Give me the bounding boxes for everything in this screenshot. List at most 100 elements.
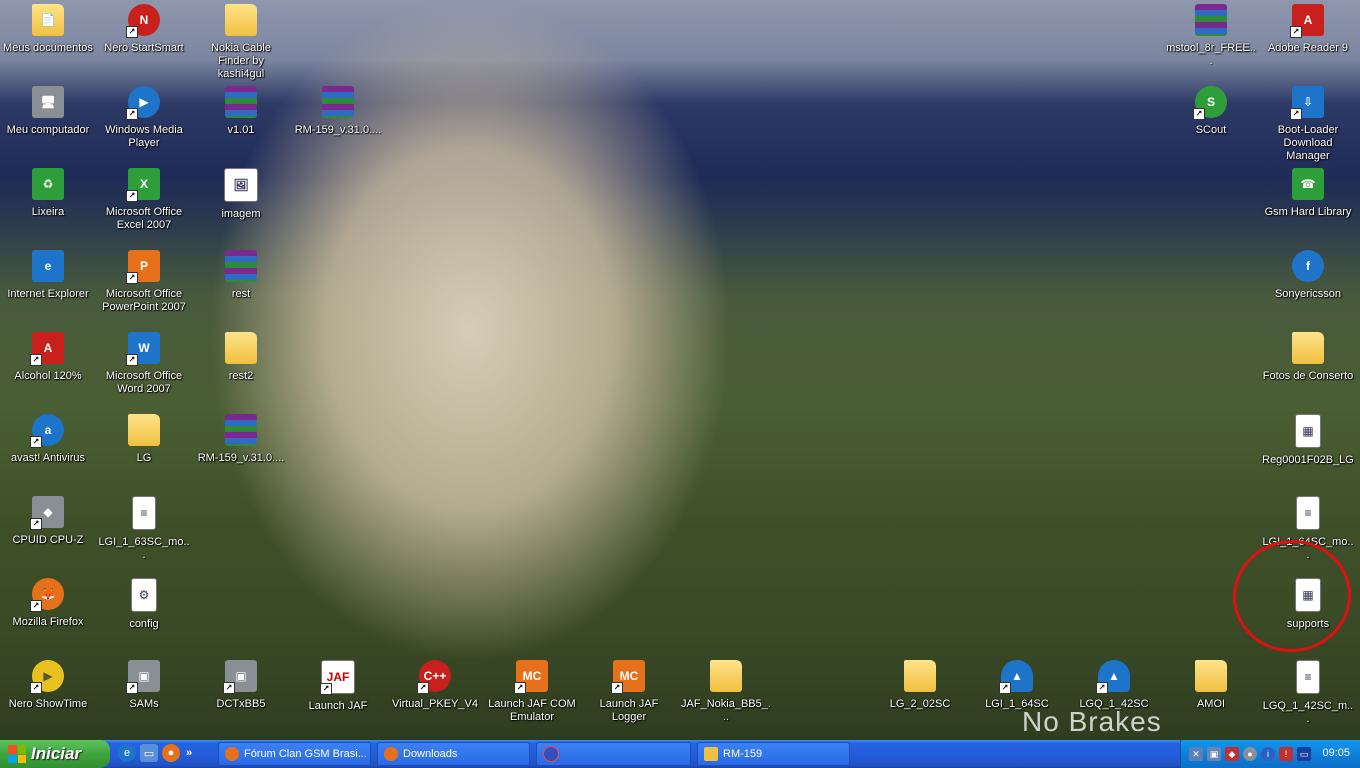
desktop-icon-launch-jaf[interactable]: JAF ↗ Launch JAF [290, 658, 386, 713]
folder-icon [1195, 660, 1227, 692]
desktop-icon-nero-startsmart[interactable]: N ↗ Nero StartSmart [96, 2, 192, 55]
adobe-reader-icon: A ↗ [1290, 4, 1324, 38]
desktop-icon-fotos-de-conserto[interactable]: Fotos de Conserto [1260, 330, 1356, 383]
quick-launch-more[interactable]: » [184, 744, 194, 762]
desktop-icon-nero-showtime[interactable]: ▶ ↗ Nero ShowTime [0, 658, 96, 711]
desktop-icon-label: Adobe Reader 9 [1267, 42, 1349, 54]
security-alert-icon[interactable]: ! [1279, 747, 1293, 761]
show-desktop-icon[interactable]: ▭ [140, 744, 158, 762]
antivirus-icon[interactable]: ● [1243, 747, 1257, 761]
desktop-icon-lgq-1-42sc-mo[interactable]: ≡ LGQ_1_42SC_m... [1260, 658, 1356, 726]
desktop-icon-powerpoint[interactable]: P ↗ Microsoft Office PowerPoint 2007 [96, 248, 192, 314]
network-icon[interactable]: ▣ [1207, 747, 1221, 761]
my-computer-icon: 🖥 [32, 86, 64, 118]
sams-icon: ▣ ↗ [126, 660, 160, 694]
virtual-pkey-icon: C++ ↗ [417, 660, 451, 694]
desktop-icon-excel[interactable]: X ↗ Microsoft Office Excel 2007 [96, 166, 192, 232]
desktop-icon-my-computer[interactable]: 🖥 Meu computador [0, 84, 96, 137]
desktop-icon-lgi-1-64sc[interactable]: ▲ ↗ LGI_1_64SC [969, 658, 1065, 711]
desktop-icon-label: config [129, 618, 159, 630]
firefox-icon[interactable]: ● [162, 744, 180, 762]
desktop-icon-label: Virtual_PKEY_V4 [391, 698, 479, 710]
network-icon[interactable]: ✕ [1189, 747, 1203, 761]
clock[interactable]: 09:05 [1322, 747, 1350, 759]
desktop-icon-jaf-logger[interactable]: MC ↗ Launch JAF Logger [581, 658, 677, 724]
desktop-icon-recycle-bin[interactable]: ♻ Lixeira [0, 166, 96, 219]
folder-icon [1292, 332, 1324, 364]
desktop-icon-label: LG_2_02SC [889, 698, 951, 710]
taskbar-item-downloads[interactable]: Downloads [377, 742, 530, 766]
taskbar-item-label: Downloads [403, 748, 458, 760]
desktop-icon-bootloader[interactable]: ⇩ ↗ Boot-Loader Download Manager [1260, 84, 1356, 163]
desktop-icon-cpu-z[interactable]: ◆ ↗ CPUID CPU-Z [0, 494, 96, 547]
desktop-icon-internet-explorer[interactable]: e Internet Explorer [0, 248, 96, 301]
config-file-icon: ⚙ [131, 578, 157, 612]
desktop-icon-rm159-top[interactable]: RM-159_v.31.0.... [290, 84, 386, 137]
desktop-icon-alcohol[interactable]: A ↗ Alcohol 120% [0, 330, 96, 383]
info-icon[interactable]: i [1261, 747, 1275, 761]
taskbar-item-lg-flash[interactable] [536, 742, 691, 766]
desktop-icon-virtual-pkey[interactable]: C++ ↗ Virtual_PKEY_V4 [387, 658, 483, 711]
desktop-icon-sonyericsson[interactable]: f Sonyericsson [1260, 248, 1356, 301]
desktop-icon-jaf-com-emulator[interactable]: MC ↗ Launch JAF COM Emulator [484, 658, 580, 724]
desktop-icon-jaf-nokia-bb5[interactable]: JAF_Nokia_BB5_... [678, 658, 774, 724]
desktop-icon-label: Internet Explorer [7, 288, 89, 300]
desktop-icon-dctxbb5[interactable]: ▣ ↗ DCTxBB5 [193, 658, 289, 711]
windows-media-player-icon: ▶ ↗ [126, 86, 160, 120]
desktop-icon-label: Launch JAF Logger [599, 698, 659, 723]
desktop-icon-amoi[interactable]: AMOI [1163, 658, 1259, 711]
desktop-icon-v101[interactable]: v1.01 [193, 84, 289, 137]
desktop-icon-label: CPUID CPU-Z [12, 534, 84, 546]
start-button[interactable]: Iniciar [0, 740, 110, 768]
desktop-icon-nokia-cable-finder[interactable]: Nokia Cable Finder by kashi4gul [193, 2, 289, 81]
windows-flag-icon [8, 745, 26, 763]
desktop-icon-lgq-1-42sc[interactable]: ▲ ↗ LGQ_1_42SC [1066, 658, 1162, 711]
desktop-icon-my-documents[interactable]: 📄 Meus documentos [0, 2, 96, 55]
desktop-icon-lg-folder[interactable]: LG [96, 412, 192, 465]
desktop-icon-avast[interactable]: a ↗ avast! Antivirus [0, 412, 96, 465]
desktop-icon-label: v1.01 [227, 124, 255, 136]
desktop-icon-config[interactable]: ⚙ config [96, 576, 192, 631]
shield-icon[interactable]: ◆ [1225, 747, 1239, 761]
jaf-com-emulator-icon: MC ↗ [514, 660, 548, 694]
system-tray: ✕ ▣ ◆ ● i ! ▭ 09:05 [1180, 740, 1360, 768]
desktop-icon-label: Sonyericsson [1274, 288, 1342, 300]
internet-explorer-icon: e [32, 250, 64, 282]
desktop-icon-reg0001f02b[interactable]: ▦ Reg0001F02B_LG [1260, 412, 1356, 467]
desktop-icon-label: Lixeira [31, 206, 65, 218]
winrar-archive-icon [1195, 4, 1227, 36]
taskbar-item-forum[interactable]: Fórum Clan GSM Brasi... [218, 742, 371, 766]
internet-explorer-icon[interactable]: e [118, 744, 136, 762]
desktop-icon-lg-2-02sc[interactable]: LG_2_02SC [872, 658, 968, 711]
desktop-icon-label: Mozilla Firefox [12, 616, 84, 628]
desktop-icon-sams[interactable]: ▣ ↗ SAMs [96, 658, 192, 711]
desktop-icon-imagem[interactable]: 🖼 imagem [193, 166, 289, 221]
desktop-icon-label: DCTxBB5 [216, 698, 266, 710]
monitor-icon[interactable]: ▭ [1297, 747, 1311, 761]
desktop-icon-lgi-63sc[interactable]: ≡ LGI_1_63SC_mo... [96, 494, 192, 562]
winrar-archive-icon [225, 250, 257, 282]
desktop-icon-gsm-hard-library[interactable]: ☎ Gsm Hard Library [1260, 166, 1356, 219]
firefox-icon [225, 747, 239, 761]
dctxbb5-icon: ▣ ↗ [223, 660, 257, 694]
desktop-icon-mstool[interactable]: mstool_8r_FREE... [1163, 2, 1259, 68]
desktop-icon-label: RM-159_v.31.0.... [197, 452, 285, 464]
folder-icon [904, 660, 936, 692]
scout-icon: S ↗ [1193, 86, 1227, 120]
desktop-icon-label: Meu computador [6, 124, 90, 136]
desktop-icon-rest2[interactable]: rest2 [193, 330, 289, 383]
desktop-icon-label: Nokia Cable Finder by kashi4gul [211, 42, 271, 80]
wallpaper-watermark: No Brakes [1022, 706, 1162, 737]
desktop-icon-rest[interactable]: rest [193, 248, 289, 301]
desktop-icon-adobe-reader[interactable]: A ↗ Adobe Reader 9 [1260, 2, 1356, 55]
lg-flash-icon: ▲ ↗ [1096, 660, 1130, 694]
desktop-icon-rm159-archive[interactable]: RM-159_v.31.0.... [193, 412, 289, 465]
desktop-icon-label: LGQ_1_42SC_m... [1262, 700, 1354, 725]
desktop-icon-windows-media-player[interactable]: ▶ ↗ Windows Media Player [96, 84, 192, 150]
desktop-icon-word[interactable]: W ↗ Microsoft Office Word 2007 [96, 330, 192, 396]
desktop-icon-firefox[interactable]: 🦊 ↗ Mozilla Firefox [0, 576, 96, 629]
desktop-icon-label: Fotos de Conserto [1262, 370, 1354, 382]
taskbar-item-rm159[interactable]: RM-159 [697, 742, 850, 766]
desktop-icon-scout[interactable]: S ↗ SCout [1163, 84, 1259, 137]
desktop-icon-label: Launch JAF COM Emulator [488, 698, 576, 723]
